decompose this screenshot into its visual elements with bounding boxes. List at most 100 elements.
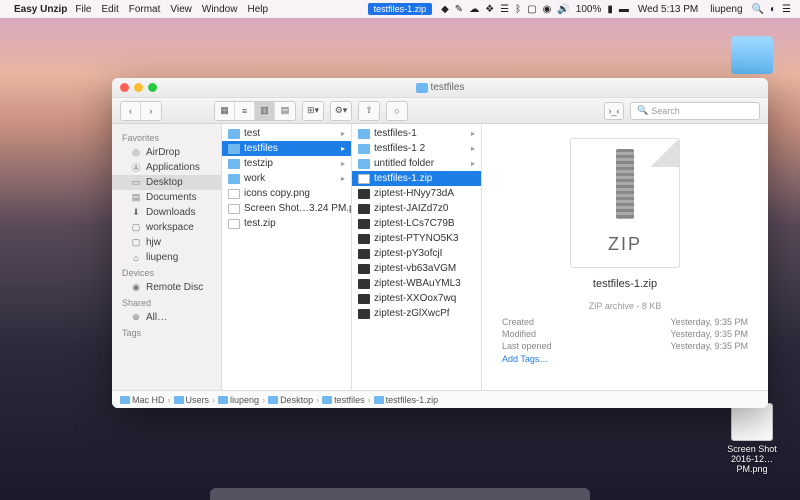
path-segment[interactable]: testfiles-1.zip bbox=[374, 395, 439, 405]
siri-icon[interactable]: ◐ bbox=[770, 4, 776, 15]
column-item[interactable]: icons copy.png bbox=[222, 186, 351, 201]
view-icons-button[interactable]: ▦ bbox=[215, 102, 235, 120]
path-segment[interactable]: testfiles bbox=[322, 395, 365, 405]
sidebar-item-airdrop[interactable]: ◎AirDrop bbox=[112, 145, 221, 160]
file-icon bbox=[228, 219, 240, 229]
zoom-button[interactable] bbox=[148, 83, 157, 92]
menu-window[interactable]: Window bbox=[202, 4, 238, 15]
column-item[interactable]: testfiles-1▸ bbox=[352, 126, 481, 141]
sidebar-item-label: workspace bbox=[146, 222, 194, 233]
column-item[interactable]: testfiles-1 2▸ bbox=[352, 141, 481, 156]
menubar-extra-icon[interactable]: ✎ bbox=[455, 4, 463, 15]
sidebar-item[interactable]: ◉Remote Disc bbox=[112, 280, 221, 295]
sidebar-item-liupeng[interactable]: ⌂liupeng bbox=[112, 250, 221, 265]
arrange-button[interactable]: ⊞▾ bbox=[303, 102, 323, 120]
folder-icon bbox=[374, 396, 384, 404]
folder-icon bbox=[228, 159, 240, 169]
dock[interactable] bbox=[210, 488, 590, 500]
sidebar-section-devices: Devices bbox=[112, 265, 221, 280]
user-name[interactable]: liupeng bbox=[710, 4, 742, 15]
airplay-icon[interactable]: ▢ bbox=[527, 4, 536, 15]
sidebar-item-downloads[interactable]: ⬇Downloads bbox=[112, 205, 221, 220]
path-label: testfiles bbox=[334, 395, 365, 405]
menu-view[interactable]: View bbox=[170, 4, 192, 15]
wifi-icon[interactable]: ◉ bbox=[543, 4, 552, 15]
item-label: test.zip bbox=[244, 218, 276, 229]
meta-label: Modified bbox=[502, 329, 536, 339]
tags-button[interactable]: ○ bbox=[387, 102, 407, 120]
app-name[interactable]: Easy Unzip bbox=[14, 4, 67, 15]
column-item[interactable]: testfiles-1.zip bbox=[352, 171, 481, 186]
add-tags-link[interactable]: Add Tags… bbox=[494, 352, 756, 366]
sidebar-item-hjw[interactable]: ▢hjw bbox=[112, 235, 221, 250]
view-columns-button[interactable]: ▥ bbox=[255, 102, 275, 120]
column-item[interactable]: test.zip bbox=[222, 216, 351, 231]
column-item[interactable]: ziptest-LCs7C79B bbox=[352, 216, 481, 231]
finder-titlebar[interactable]: testfiles bbox=[112, 78, 768, 98]
close-button[interactable] bbox=[120, 83, 129, 92]
unzip-progress-badge[interactable]: testfiles-1.zip bbox=[368, 3, 433, 15]
flag-icon[interactable]: ▬ bbox=[619, 4, 629, 15]
path-segment[interactable]: Mac HD bbox=[120, 395, 165, 405]
menubar-extra-icon[interactable]: ❖ bbox=[485, 4, 494, 15]
column-item[interactable]: ziptest-HNyy73dA bbox=[352, 186, 481, 201]
column-item[interactable]: untitled folder▸ bbox=[352, 156, 481, 171]
notification-center-icon[interactable]: ☰ bbox=[782, 4, 791, 15]
forward-button[interactable]: › bbox=[141, 102, 161, 120]
desktop-screenshot[interactable]: Screen Shot 2016-12…PM.png bbox=[722, 403, 782, 474]
column-item[interactable]: Screen Shot…3.24 PM.png bbox=[222, 201, 351, 216]
column-item[interactable]: ziptest-WBAuYML3 bbox=[352, 276, 481, 291]
column-item[interactable]: ziptest-vb63aVGM bbox=[352, 261, 481, 276]
column-item[interactable]: ziptest-PTYNO5K3 bbox=[352, 231, 481, 246]
column-item[interactable]: ziptest-pY3ofcjI bbox=[352, 246, 481, 261]
path-segment[interactable]: Users bbox=[174, 395, 210, 405]
minimize-button[interactable] bbox=[134, 83, 143, 92]
view-list-button[interactable]: ≡ bbox=[235, 102, 255, 120]
battery-icon[interactable]: ▮ bbox=[607, 4, 613, 15]
item-label: testfiles-1.zip bbox=[374, 173, 432, 184]
menu-file[interactable]: File bbox=[75, 4, 91, 15]
bluetooth-icon[interactable]: ᛒ bbox=[515, 4, 521, 15]
spotlight-icon[interactable]: 🔍 bbox=[752, 4, 764, 15]
column-item[interactable]: test▸ bbox=[222, 126, 351, 141]
path-dropdown-button[interactable]: ›_‹ bbox=[604, 102, 624, 120]
back-button[interactable]: ‹ bbox=[121, 102, 141, 120]
sidebar-item-icon: ▢ bbox=[130, 223, 142, 233]
column-item[interactable]: ziptest-JAIZd7z0 bbox=[352, 201, 481, 216]
sidebar-section-shared: Shared bbox=[112, 295, 221, 310]
sidebar-item-documents[interactable]: ▤Documents bbox=[112, 190, 221, 205]
menubar-extra-icon[interactable]: ◆ bbox=[441, 4, 449, 15]
volume-icon[interactable]: 🔊 bbox=[557, 4, 569, 15]
column-item[interactable]: work▸ bbox=[222, 171, 351, 186]
path-label: Users bbox=[186, 395, 210, 405]
path-segment[interactable]: liupeng bbox=[218, 395, 259, 405]
item-label: ziptest-JAIZd7z0 bbox=[374, 203, 448, 214]
menubar-extra-icon[interactable]: ☰ bbox=[500, 4, 509, 15]
item-label: ziptest-XXOox7wq bbox=[374, 293, 456, 304]
sidebar-item-applications[interactable]: ⒶApplications bbox=[112, 160, 221, 175]
menu-format[interactable]: Format bbox=[129, 4, 161, 15]
sidebar-item-label: Remote Disc bbox=[146, 282, 203, 293]
column-item[interactable]: ziptest-zGlXwcPf bbox=[352, 306, 481, 321]
file-icon bbox=[358, 174, 370, 184]
meta-value: Yesterday, 9:35 PM bbox=[670, 341, 748, 351]
battery-text[interactable]: 100% bbox=[576, 4, 602, 15]
column-2: testfiles-1▸testfiles-1 2▸untitled folde… bbox=[352, 124, 482, 390]
action-button[interactable]: ⚙▾ bbox=[331, 102, 351, 120]
share-button[interactable]: ⇧ bbox=[359, 102, 379, 120]
sidebar-item-workspace[interactable]: ▢ workspace bbox=[112, 220, 221, 235]
meta-value: Yesterday, 9:35 PM bbox=[670, 317, 748, 327]
menubar-extra-icon[interactable]: ☁ bbox=[469, 4, 479, 15]
menu-edit[interactable]: Edit bbox=[101, 4, 118, 15]
column-item[interactable]: testzip▸ bbox=[222, 156, 351, 171]
folder-icon bbox=[228, 144, 240, 154]
column-item[interactable]: testfiles▸ bbox=[222, 141, 351, 156]
column-item[interactable]: ziptest-XXOox7wq bbox=[352, 291, 481, 306]
sidebar-item[interactable]: ⊕All… bbox=[112, 310, 221, 325]
menu-help[interactable]: Help bbox=[247, 4, 268, 15]
path-segment[interactable]: Desktop bbox=[268, 395, 313, 405]
sidebar-item-desktop[interactable]: ▭Desktop bbox=[112, 175, 221, 190]
view-gallery-button[interactable]: ▤ bbox=[275, 102, 295, 120]
search-field[interactable]: 🔍 Search bbox=[630, 102, 760, 120]
clock[interactable]: Wed 5:13 PM bbox=[638, 4, 698, 15]
